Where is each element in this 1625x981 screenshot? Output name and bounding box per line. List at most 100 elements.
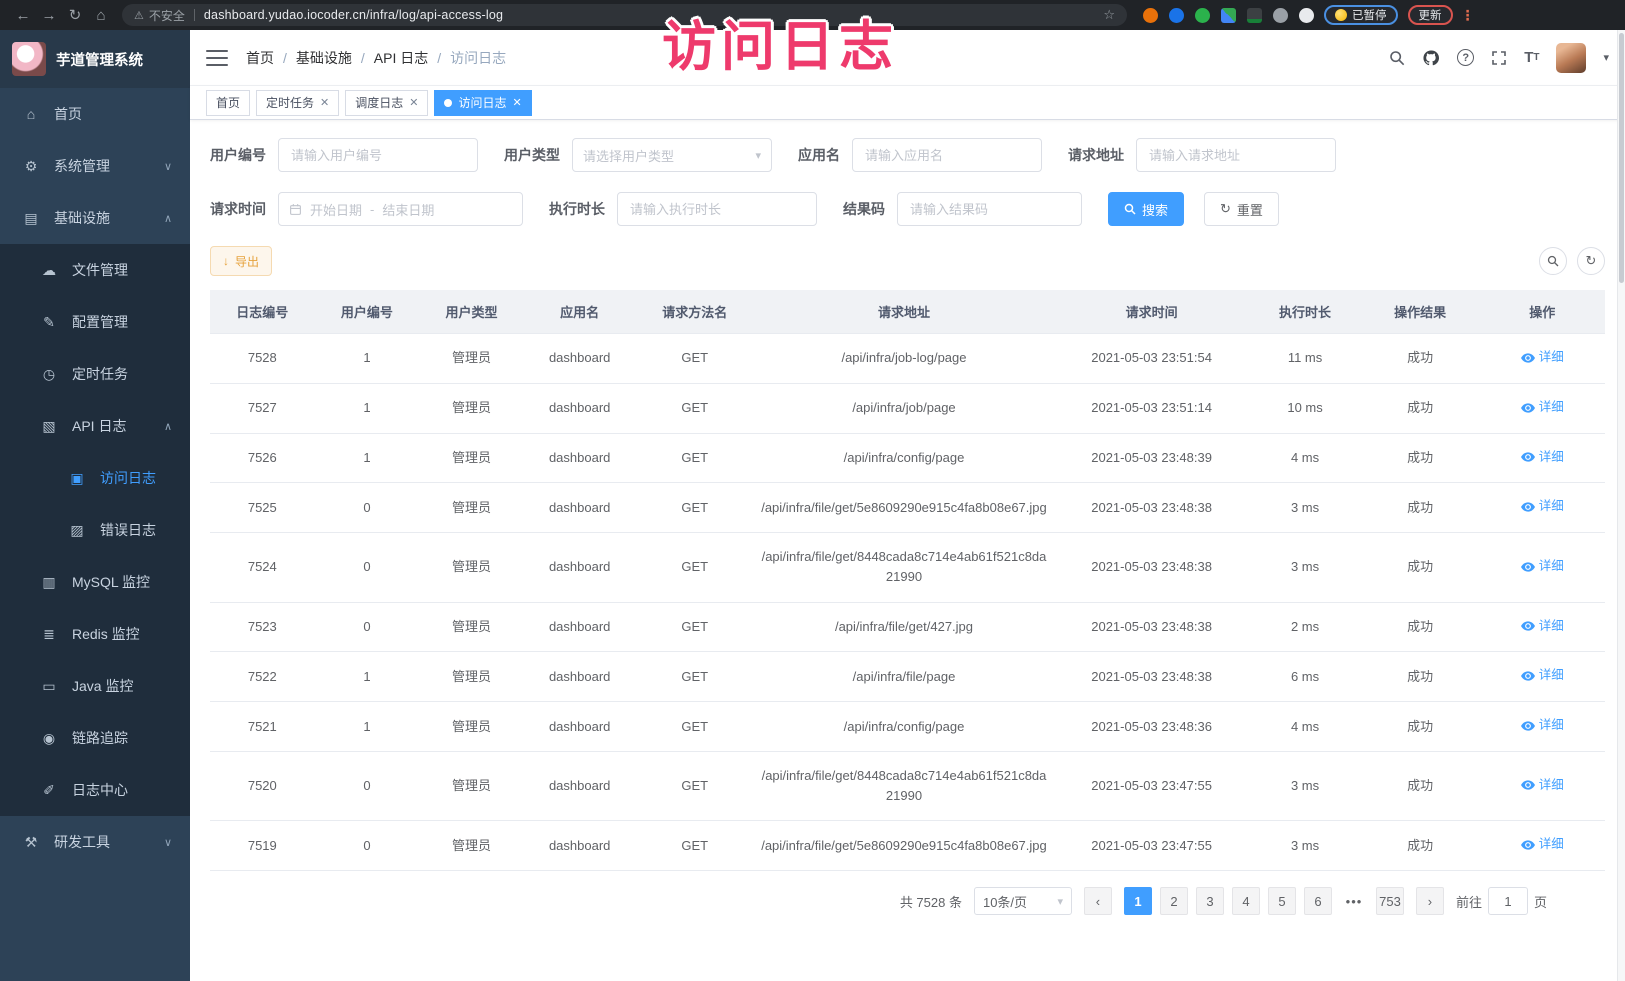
detail-link[interactable]: 详细 [1521, 666, 1564, 685]
extension-icon[interactable] [1221, 8, 1236, 23]
api-log-icon: ▧ [40, 418, 58, 435]
page-button-1[interactable]: 1 [1124, 887, 1152, 915]
reset-button[interactable]: ↻ 重置 [1204, 192, 1279, 226]
detail-link[interactable]: 详细 [1521, 617, 1564, 636]
detail-link[interactable]: 详细 [1521, 448, 1564, 467]
page-button-4[interactable]: 4 [1232, 887, 1260, 915]
user-type-select[interactable]: 请选择用户类型 ▾ [572, 138, 772, 172]
cell-actions: 详细 [1479, 821, 1605, 871]
extension-icon[interactable] [1299, 8, 1314, 23]
mysql-monitor-icon: ▥ [40, 574, 58, 591]
page-button-3[interactable]: 3 [1196, 887, 1224, 915]
next-page-button[interactable]: › [1416, 887, 1444, 915]
forward-icon[interactable]: → [36, 7, 62, 24]
scrollbar-thumb[interactable] [1619, 33, 1624, 283]
sidebar-item-system[interactable]: ⚙系统管理∨ [0, 140, 190, 192]
sidebar-item-access-log[interactable]: ▣访问日志 [0, 452, 190, 504]
detail-link[interactable]: 详细 [1521, 835, 1564, 854]
back-icon[interactable]: ← [10, 7, 36, 24]
tag-job-log[interactable]: 调度日志✕ [345, 90, 428, 116]
cell-url: /api/infra/file/get/427.jpg [754, 602, 1054, 652]
goto-page-input[interactable] [1488, 887, 1528, 915]
user-id-input[interactable] [278, 138, 478, 172]
sidebar-item-file-manage[interactable]: ☁文件管理 [0, 244, 190, 296]
more-pages-icon[interactable]: ••• [1340, 887, 1368, 915]
user-avatar[interactable] [1556, 43, 1586, 73]
breadcrumb-item[interactable]: 基础设施 [296, 48, 352, 68]
cell-duration: 10 ms [1249, 383, 1361, 433]
sidebar-item-trace[interactable]: ◉链路追踪 [0, 712, 190, 764]
window-scrollbar[interactable] [1617, 30, 1625, 981]
sidebar-item-api-log[interactable]: ▧API 日志∧ [0, 400, 190, 452]
breadcrumb-item[interactable]: 首页 [246, 48, 274, 68]
toggle-search-icon[interactable] [1539, 247, 1567, 275]
update-button[interactable]: 更新 [1408, 5, 1453, 25]
tag-access-log[interactable]: 访问日志✕ [434, 90, 531, 116]
home-icon[interactable]: ⌂ [88, 7, 114, 24]
sidebar-item-log-center[interactable]: ✐日志中心 [0, 764, 190, 816]
github-icon[interactable] [1422, 49, 1440, 67]
detail-link[interactable]: 详细 [1521, 557, 1564, 576]
result-code-input[interactable] [897, 192, 1082, 226]
page-button-5[interactable]: 5 [1268, 887, 1296, 915]
page-size-select[interactable]: 10条/页 ▾ [974, 887, 1072, 915]
close-icon[interactable]: ✕ [409, 96, 418, 109]
cell-time: 2021-05-03 23:48:36 [1054, 702, 1249, 752]
detail-link[interactable]: 详细 [1521, 348, 1564, 367]
address-bar[interactable]: ⚠ 不安全 dashboard.yudao.iocoder.cn/infra/l… [122, 4, 1127, 26]
export-button[interactable]: ↓ 导出 [210, 246, 272, 276]
extension-icon[interactable] [1273, 8, 1288, 23]
close-icon[interactable]: ✕ [320, 96, 329, 109]
sidebar-item-home[interactable]: ⌂首页 [0, 88, 190, 140]
paused-badge[interactable]: 已暂停 [1324, 5, 1398, 25]
chevron-down-icon[interactable]: ▾ [1603, 51, 1609, 64]
close-icon[interactable]: ✕ [513, 96, 522, 109]
fullscreen-icon[interactable] [1491, 50, 1507, 66]
cell-url: /api/infra/file/page [754, 652, 1054, 702]
sidebar-item-error-log[interactable]: ▨错误日志 [0, 504, 190, 556]
extension-icon[interactable] [1195, 8, 1210, 23]
cell-user_id: 1 [315, 383, 420, 433]
sidebar-item-devtools[interactable]: ⚒研发工具∨ [0, 816, 190, 868]
bookmark-star-icon[interactable]: ☆ [1103, 7, 1115, 23]
sidebar-item-mysql-monitor[interactable]: ▥MySQL 监控 [0, 556, 190, 608]
detail-link[interactable]: 详细 [1521, 776, 1564, 795]
extension-icon[interactable] [1143, 8, 1158, 23]
detail-link[interactable]: 详细 [1521, 398, 1564, 417]
chevron-up-icon: ∧ [164, 420, 172, 433]
extension-icon[interactable] [1169, 8, 1184, 23]
prev-page-button[interactable]: ‹ [1084, 887, 1112, 915]
breadcrumb-item[interactable]: API 日志 [374, 48, 428, 68]
page-button-2[interactable]: 2 [1160, 887, 1188, 915]
duration-input[interactable] [617, 192, 817, 226]
tag-home[interactable]: 首页 [206, 90, 250, 116]
redis-monitor-icon: ≣ [40, 626, 58, 643]
hamburger-icon[interactable] [206, 50, 228, 66]
sidebar-item-java-monitor[interactable]: ▭Java 监控 [0, 660, 190, 712]
reload-icon[interactable]: ↻ [62, 6, 88, 24]
extension-icon[interactable] [1247, 8, 1262, 23]
cell-user_id: 0 [315, 602, 420, 652]
sidebar-item-redis-monitor[interactable]: ≣Redis 监控 [0, 608, 190, 660]
column-header: 执行时长 [1249, 290, 1361, 334]
app-title: 芋道管理系统 [56, 49, 143, 70]
sidebar-item-job[interactable]: ◷定时任务 [0, 348, 190, 400]
page-button-753[interactable]: 753 [1376, 887, 1404, 915]
detail-link[interactable]: 详细 [1521, 716, 1564, 735]
refresh-table-icon[interactable]: ↻ [1577, 247, 1605, 275]
request-url-input[interactable] [1136, 138, 1336, 172]
cell-result: 成功 [1361, 702, 1480, 752]
app-name-input[interactable] [852, 138, 1042, 172]
tag-job[interactable]: 定时任务✕ [256, 90, 339, 116]
search-icon[interactable] [1389, 50, 1405, 66]
browser-menu-icon[interactable]: ⋮ [1461, 7, 1475, 24]
search-button[interactable]: 搜索 [1108, 192, 1184, 226]
sidebar-item-config-manage[interactable]: ✎配置管理 [0, 296, 190, 348]
detail-link[interactable]: 详细 [1521, 497, 1564, 516]
request-time-range[interactable]: 开始日期 - 结束日期 [278, 192, 523, 226]
font-size-icon[interactable]: TT [1524, 49, 1539, 66]
help-icon[interactable]: ? [1457, 49, 1474, 66]
page-button-6[interactable]: 6 [1304, 887, 1332, 915]
sidebar-item-infra[interactable]: ▤基础设施∧ [0, 192, 190, 244]
cell-actions: 详细 [1479, 383, 1605, 433]
